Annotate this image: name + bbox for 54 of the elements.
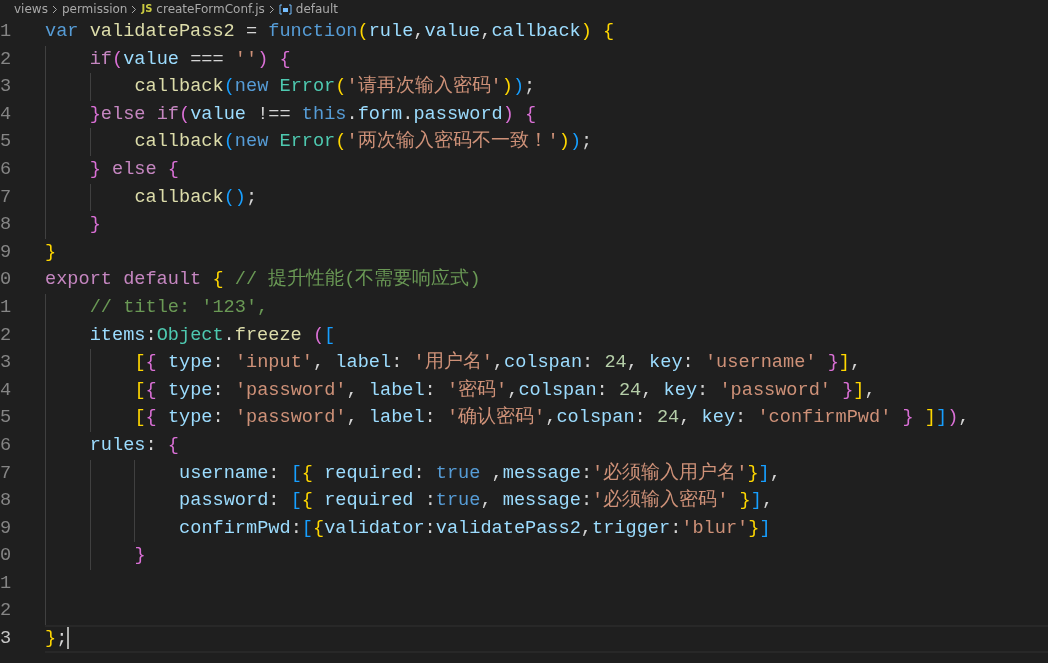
line-number: 5: [0, 406, 13, 431]
line-number: 2: [0, 599, 13, 624]
line-number: 8: [0, 213, 13, 238]
line-number: 4: [0, 102, 13, 127]
line-number: 8: [0, 489, 13, 514]
line-number: 0: [0, 544, 13, 569]
file-type-icon: JS: [141, 0, 153, 18]
code-line: };: [45, 628, 68, 650]
line-number: 9: [0, 516, 13, 541]
line-number: 2: [0, 47, 13, 72]
code-line: [{ type: 'password', label: '确认密码',colspan: 24, key: 'confirmPwd' } ]]),: [133, 407, 970, 429]
code-line: confirmPwd:[{validator:validatePass2,trigger:'blur'}]: [178, 517, 771, 539]
line-number: 1: [0, 20, 13, 44]
line-number: 5: [0, 130, 13, 155]
code-line: [{ type: 'input', label: '用户名',colspan: 24, key: 'username' }],: [133, 352, 862, 374]
line-number: 3: [0, 75, 13, 100]
line-number: 1: [0, 295, 13, 320]
breadcrumb-item[interactable]: createFormConf.js: [156, 0, 265, 18]
code-line: } else {: [88, 158, 179, 180]
code-line: rules: {: [88, 434, 179, 456]
line-number: 2: [0, 323, 13, 348]
breadcrumb-item[interactable]: permission: [61, 0, 128, 18]
line-number: 7: [0, 185, 13, 210]
code-line: callback(new Error('两次输入密码不一致！'));: [133, 131, 593, 153]
code-line: callback();: [133, 186, 258, 208]
line-number: 9: [0, 240, 13, 265]
code-line: if(value === '') {: [88, 48, 291, 70]
code-line: var validatePass2 = function(rule,value,callback) {: [45, 21, 615, 42]
text-cursor: [67, 627, 70, 650]
code-line: }: [133, 545, 146, 567]
code-line: // title: '123',: [88, 296, 269, 318]
code-line: }: [88, 214, 101, 236]
code-line: username: [{ required: true ,message:'必须输入用户名'}],: [178, 462, 781, 484]
line-number: 7: [0, 461, 13, 486]
breadcrumb-item[interactable]: default: [295, 0, 338, 18]
code-line: }: [45, 241, 57, 263]
line-number: 4: [0, 378, 13, 403]
line-number: 6: [0, 433, 13, 458]
code-line: items:Object.freeze ([: [88, 324, 336, 346]
chevron-icon: [268, 4, 275, 14]
code-line: [{ type: 'password', label: '密码',colspan: 24, key: 'password' }],: [133, 379, 876, 401]
chevron-icon: [131, 4, 138, 14]
line-number: 0: [0, 268, 13, 293]
code-line: password: [{ required :true, message:'必须输入密码' }],: [178, 490, 774, 512]
code-line: }else if(value !== this.form.password) {: [88, 103, 537, 125]
breadcrumb-item[interactable]: views: [14, 0, 48, 18]
code-line: export default { // 提升性能(不需要响应式): [45, 269, 481, 291]
line-number: 3: [0, 351, 13, 376]
line-number: 3: [0, 627, 13, 652]
code-line: callback(new Error('请再次输入密码'));: [133, 76, 536, 98]
chevron-icon: [51, 4, 58, 14]
variable-icon: [278, 3, 292, 15]
line-number: 6: [0, 157, 13, 182]
line-number: 1: [0, 571, 13, 596]
